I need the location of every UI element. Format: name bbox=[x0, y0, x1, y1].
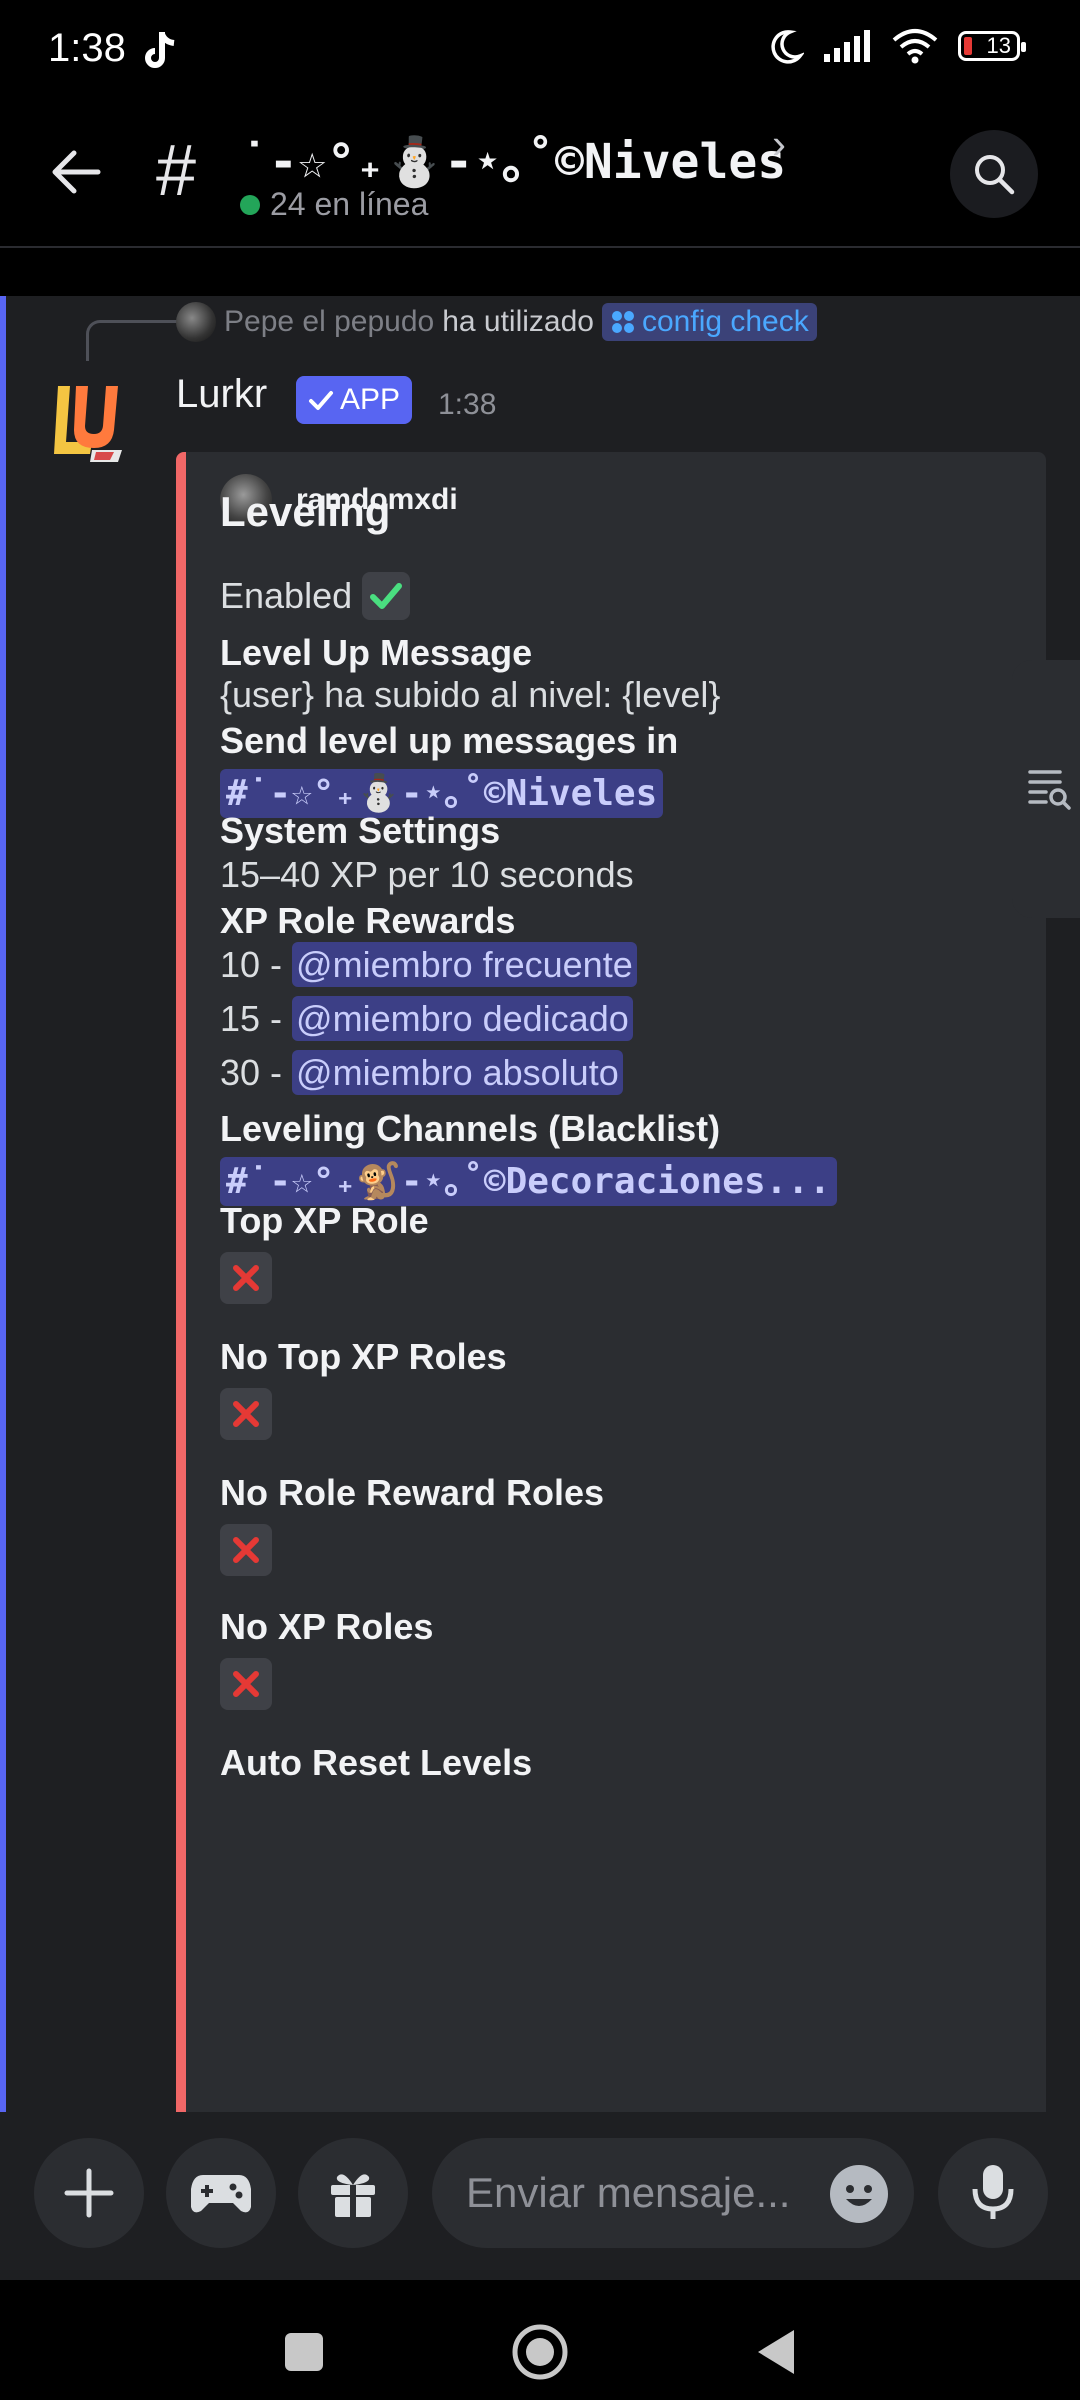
message-author[interactable]: Lurkr bbox=[176, 372, 267, 417]
search-button[interactable] bbox=[950, 130, 1038, 218]
bot-avatar[interactable] bbox=[52, 376, 124, 466]
cross-icon bbox=[220, 1388, 272, 1440]
emoji-button[interactable] bbox=[830, 2165, 888, 2223]
search-icon bbox=[975, 155, 1015, 195]
slash-command-icon bbox=[611, 311, 634, 333]
role-mention[interactable]: @miembro frecuente bbox=[292, 942, 637, 987]
channel-header: # ˙-☆°₊⛄-⋆｡˚©Niveles › 24 en línea bbox=[0, 100, 1080, 248]
role-reward-level: 10 - bbox=[220, 944, 293, 985]
mention-highlight-bar bbox=[0, 296, 6, 2112]
field-system-settings-value: 15–40 XP per 10 seconds bbox=[220, 854, 634, 895]
command-pill[interactable]: config check bbox=[601, 303, 817, 341]
triangle-back-icon[interactable] bbox=[754, 2328, 798, 2376]
field-no-xp-roles-name: No XP Roles bbox=[220, 1606, 434, 1647]
embed-card: ramdomxdi Leveling Enabled Level Up Mess… bbox=[176, 452, 1046, 2112]
reply-action: ha utilizado bbox=[442, 305, 594, 338]
chevron-right-icon[interactable]: › bbox=[772, 120, 786, 168]
enabled-label: Enabled bbox=[220, 575, 353, 616]
gift-icon bbox=[331, 2174, 375, 2217]
moon-icon bbox=[771, 30, 804, 64]
battery-level: 13 bbox=[986, 33, 1011, 58]
message-composer: Enviar mensaje... bbox=[0, 2112, 1080, 2280]
app-badge-label: APP bbox=[340, 383, 401, 416]
members-panel-tab[interactable] bbox=[1012, 660, 1080, 918]
role-reward-row: 15 - @miembro dedicado bbox=[220, 996, 633, 1041]
field-system-settings-name: System Settings bbox=[220, 810, 501, 851]
tiktok-icon bbox=[145, 32, 175, 68]
status-bar: 1:38 13 bbox=[0, 0, 1080, 100]
field-top-xp-role-name: Top XP Role bbox=[220, 1200, 429, 1241]
gift-button[interactable] bbox=[298, 2138, 408, 2248]
status-time: 1:38 bbox=[48, 26, 126, 70]
emoji-icon bbox=[846, 2185, 872, 2206]
role-reward-row: 10 - @miembro frecuente bbox=[220, 942, 637, 987]
role-reward-row: 30 - @miembro absoluto bbox=[220, 1050, 623, 1095]
cross-icon bbox=[220, 1252, 272, 1304]
message-timestamp: 1:38 bbox=[438, 388, 497, 421]
field-role-rewards-name: XP Role Rewards bbox=[220, 900, 516, 941]
app-badge: APP bbox=[296, 376, 413, 424]
reply-connector bbox=[86, 320, 185, 361]
field-no-top-xp-roles-name: No Top XP Roles bbox=[220, 1336, 507, 1377]
online-count: 24 en línea bbox=[270, 186, 429, 222]
arrow-left-icon[interactable] bbox=[44, 140, 108, 204]
check-icon bbox=[362, 572, 411, 620]
channel-title[interactable]: ˙-☆°₊⛄-⋆｡˚©Niveles bbox=[240, 122, 786, 192]
online-status: 24 en línea bbox=[240, 186, 428, 223]
role-reward-level: 30 - bbox=[220, 1052, 293, 1093]
chat-area[interactable]: Pepe el pepudo ha utilizado config check… bbox=[0, 296, 1080, 2112]
field-blacklist-value: #˙-☆°₊🐒-⋆｡˚©Decoraciones... bbox=[220, 1152, 837, 1206]
command-name: config check bbox=[641, 305, 809, 338]
plus-icon bbox=[64, 2168, 114, 2218]
cross-icon bbox=[220, 1658, 272, 1710]
reply-reference[interactable]: Pepe el pepudo ha utilizado config check bbox=[176, 302, 817, 342]
system-navigation-bar bbox=[0, 2280, 1080, 2400]
field-level-up-message-name: Level Up Message bbox=[220, 632, 533, 673]
field-level-up-message-value: {user} ha subido al nivel: {level} bbox=[220, 674, 721, 715]
voice-message-button[interactable] bbox=[938, 2138, 1048, 2248]
signal-icon bbox=[824, 30, 870, 62]
add-button[interactable] bbox=[34, 2138, 144, 2248]
field-auto-reset-levels-name: Auto Reset Levels bbox=[220, 1742, 533, 1783]
square-icon[interactable] bbox=[284, 2332, 324, 2372]
role-reward-level: 15 - bbox=[220, 998, 293, 1039]
field-blacklist-name: Leveling Channels (Blacklist) bbox=[220, 1108, 721, 1149]
reply-avatar[interactable] bbox=[176, 302, 216, 342]
battery-indicator: 13 bbox=[958, 31, 1026, 61]
gamepad-icon bbox=[191, 2175, 251, 2213]
wifi-icon bbox=[892, 29, 938, 64]
list-search-icon bbox=[1028, 770, 1071, 810]
enabled-row: Enabled bbox=[220, 572, 411, 620]
cross-icon bbox=[220, 1524, 272, 1576]
embed-color-bar bbox=[176, 452, 186, 2112]
channel-hash-icon: # bbox=[156, 131, 197, 211]
embed-title: Leveling bbox=[220, 488, 391, 535]
field-no-role-reward-roles-name: No Role Reward Roles bbox=[220, 1472, 605, 1513]
field-send-in-value: #˙-☆°₊⛄-⋆｡˚©Niveles bbox=[220, 764, 664, 818]
microphone-icon bbox=[972, 2165, 1014, 2219]
reply-username[interactable]: Pepe el pepudo bbox=[224, 305, 434, 339]
message-input-placeholder: Enviar mensaje... bbox=[466, 2169, 791, 2216]
message-input[interactable]: Enviar mensaje... bbox=[432, 2138, 914, 2248]
circle-icon[interactable] bbox=[510, 2322, 570, 2382]
activities-button[interactable] bbox=[166, 2138, 276, 2248]
verified-check-icon bbox=[309, 391, 333, 410]
role-mention[interactable]: @miembro absoluto bbox=[292, 1050, 623, 1095]
channel-mention[interactable]: #˙-☆°₊🐒-⋆｡˚©Decoraciones... bbox=[220, 1157, 837, 1206]
online-dot-icon bbox=[240, 194, 260, 215]
status-icons: 13 bbox=[764, 26, 1026, 66]
role-mention[interactable]: @miembro dedicado bbox=[292, 996, 633, 1041]
field-send-in-name: Send level up messages in bbox=[220, 720, 679, 761]
